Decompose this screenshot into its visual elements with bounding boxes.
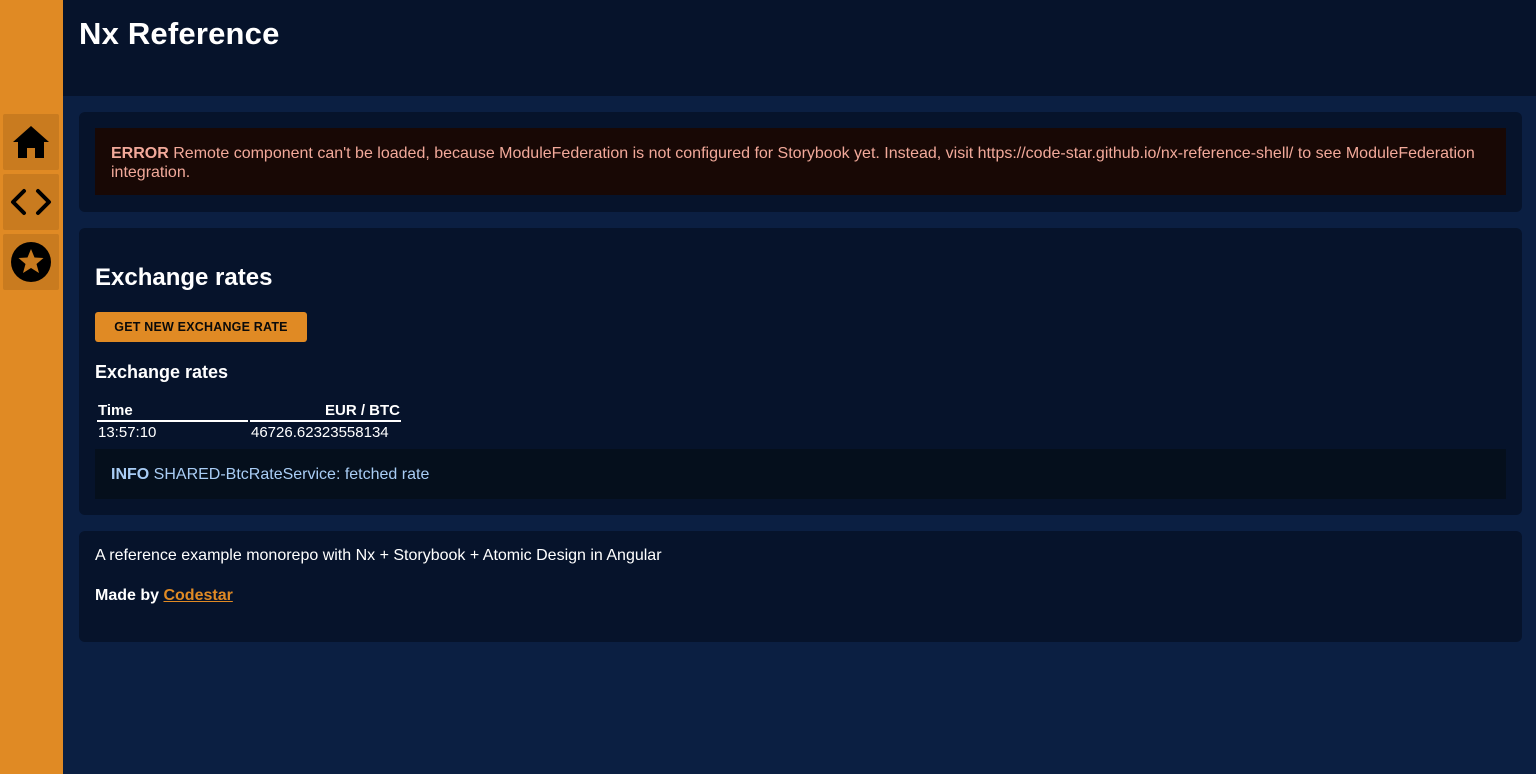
column-header-time: Time <box>97 401 248 422</box>
section-title: Exchange rates <box>95 264 273 291</box>
cell-time: 13:57:10 <box>98 424 157 441</box>
code-icon <box>10 187 52 217</box>
app-title: Nx Reference <box>79 16 280 51</box>
table-header-row: Time EUR / BTC <box>97 401 401 422</box>
nav-star-button[interactable] <box>3 234 59 290</box>
cell-rate: 46726.62323558134 <box>251 424 389 441</box>
column-header-rate: EUR / BTC <box>250 401 401 422</box>
home-icon <box>12 124 50 160</box>
nav-home-button[interactable] <box>3 114 59 170</box>
header: Nx Reference <box>63 0 1536 96</box>
info-text: SHARED-BtcRateService: fetched rate <box>153 466 430 483</box>
footer-description: A reference example monorepo with Nx + S… <box>95 547 662 564</box>
footer-credit: Made by Codestar <box>95 587 233 605</box>
error-message: ERROR Remote component can't be loaded, … <box>95 128 1506 195</box>
info-level: INFO <box>111 466 150 483</box>
get-new-exchange-rate-button[interactable]: GET NEW EXCHANGE RATE <box>95 312 307 342</box>
footer-card: A reference example monorepo with Nx + S… <box>79 531 1522 642</box>
exchange-rates-card: Exchange rates GET NEW EXCHANGE RATE Exc… <box>79 228 1522 515</box>
exchange-rates-table: Time EUR / BTC 13:57:10 46726.6232355813… <box>95 401 403 442</box>
table-row: 13:57:10 46726.62323558134 <box>97 422 401 442</box>
error-text: Remote component can't be loaded, becaus… <box>111 145 1475 181</box>
error-level: ERROR <box>111 145 169 162</box>
sidebar <box>0 0 63 774</box>
info-message: INFO SHARED-BtcRateService: fetched rate <box>95 449 1506 499</box>
nav-code-button[interactable] <box>3 174 59 230</box>
error-card: ERROR Remote component can't be loaded, … <box>79 112 1522 212</box>
table-title: Exchange rates <box>95 362 229 382</box>
star-icon <box>10 241 52 283</box>
made-by-label: Made by <box>95 587 160 604</box>
codestar-link[interactable]: Codestar <box>163 587 232 604</box>
